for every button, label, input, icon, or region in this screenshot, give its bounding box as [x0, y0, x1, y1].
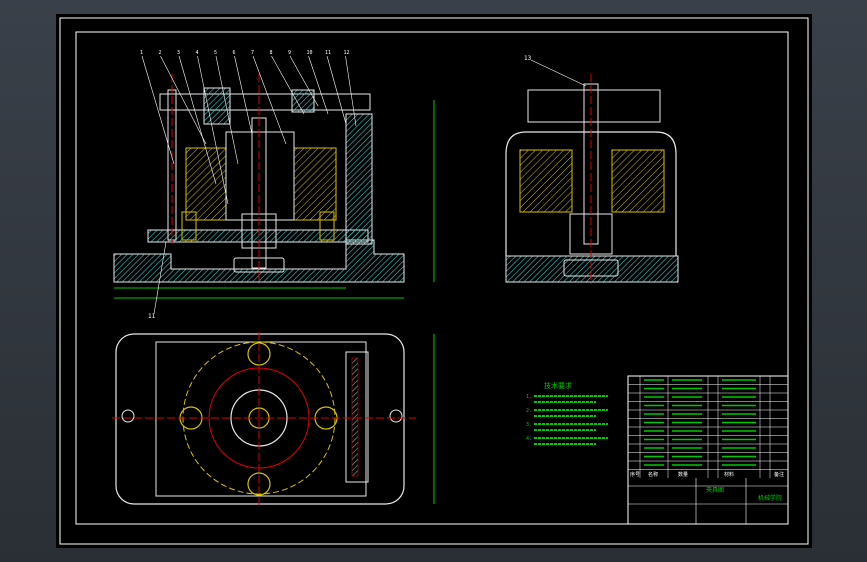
bottom-balloon-label: 11 [148, 313, 156, 320]
balloon-label: 6 [233, 50, 236, 56]
tech-line-index: 2. [526, 408, 532, 414]
tech-line-index: 4. [526, 436, 532, 442]
balloon-label: 5 [214, 50, 217, 56]
top-base-plate [115, 333, 405, 505]
side-view: 13 [505, 55, 679, 284]
drawing-sheet[interactable]: 1 2 3 4 5 6 7 8 9 10 11 12 11 13 技术要求 1.… [56, 14, 812, 548]
slot-right-hole [389, 409, 403, 423]
balloon-label: 1 [140, 50, 143, 56]
slot-left-hole [121, 409, 135, 423]
balloon-label: 8 [270, 50, 273, 56]
balloon-leader [234, 55, 253, 135]
base-top-flange [147, 229, 369, 243]
tech-requirements: 技术要求 1. 2. 3. 4. [526, 381, 608, 445]
parts-header-cell: 名称 [648, 471, 658, 478]
tech-line-index: 1. [526, 394, 532, 400]
balloon-label: 7 [251, 50, 254, 56]
side-work-right [611, 149, 665, 213]
balloon-label: 2 [159, 50, 162, 56]
parts-list-header: 序号 名称 数量 材料 备注 [630, 471, 784, 478]
balloon-label: 11 [325, 50, 331, 56]
balloon-label: 3 [177, 50, 180, 56]
tech-line-index: 3. [526, 422, 532, 428]
side-work-left [519, 149, 573, 213]
support-column [345, 113, 373, 245]
tech-requirements-title: 技术要求 [544, 381, 572, 390]
parts-header-cell: 序号 [630, 471, 640, 478]
balloon-leader [252, 55, 287, 145]
side-balloon-label: 13 [524, 55, 532, 62]
workpiece-core [225, 131, 295, 221]
workpiece-left [185, 147, 227, 221]
balloon-leader [160, 55, 207, 145]
top-column-hatch [351, 357, 359, 477]
balloon-label: 4 [196, 50, 199, 56]
balloon-label: 9 [288, 50, 291, 56]
title-name-cell: 夹具图 [706, 486, 724, 494]
side-leader [530, 59, 587, 87]
parts-header-cell: 备注 [774, 471, 784, 478]
title-block: 序号 名称 数量 材料 备注 夹具图 机械学院 [627, 375, 789, 525]
balloon-label: 10 [307, 50, 313, 56]
side-top-plate [527, 89, 661, 123]
top-view [112, 332, 435, 506]
tech-requirements-lines: 1. 2. 3. 4. [526, 394, 608, 445]
workpiece-right [293, 147, 337, 221]
parts-header-cell: 材料 [724, 471, 734, 478]
front-view: 1 2 3 4 5 6 7 8 9 10 11 12 11 [113, 50, 435, 320]
parts-header-cell: 数量 [678, 471, 688, 478]
title-company-cell: 机械学院 [758, 494, 782, 502]
drawing-canvas: 1 2 3 4 5 6 7 8 9 10 11 12 11 13 技术要求 1.… [59, 17, 809, 545]
balloon-label: 12 [344, 50, 350, 56]
cad-viewport[interactable]: 1 2 3 4 5 6 7 8 9 10 11 12 11 13 技术要求 1.… [0, 0, 867, 562]
balloon-leader [326, 55, 347, 125]
balloon-leader [271, 55, 305, 115]
